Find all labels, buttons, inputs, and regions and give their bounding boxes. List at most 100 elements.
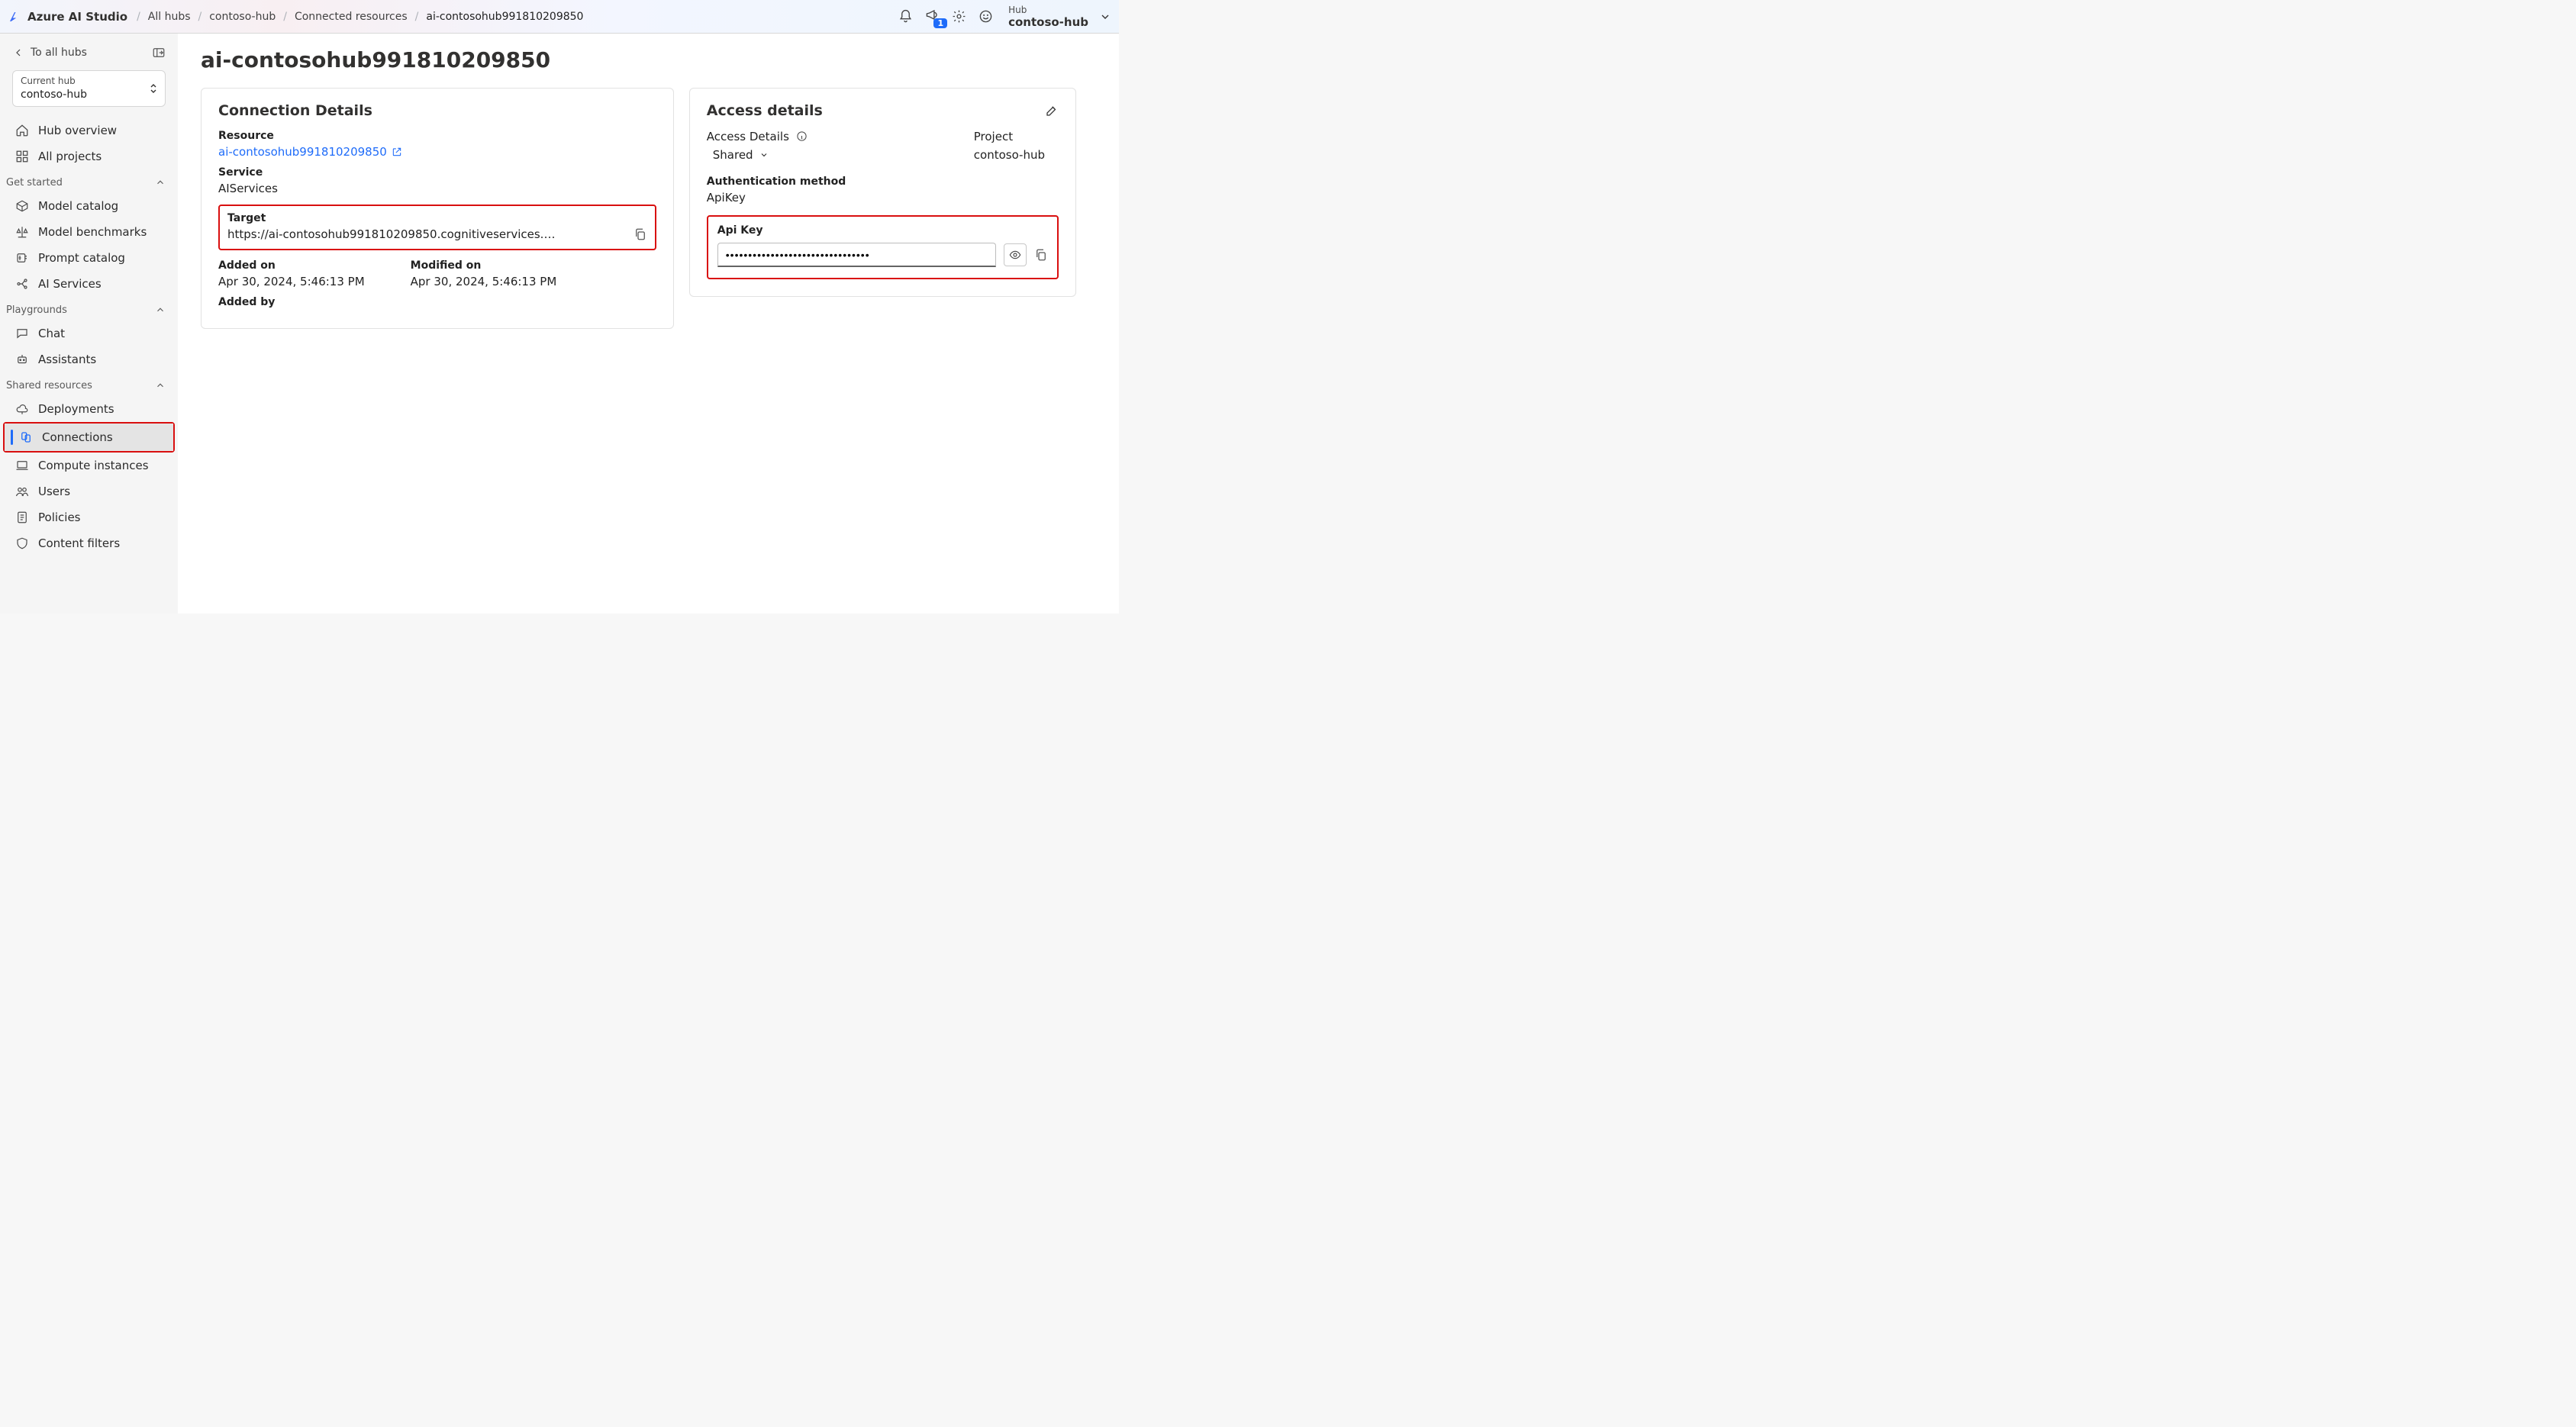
robot-icon [15,353,29,366]
sidebar-item-prompt-catalog[interactable]: Prompt catalog [0,245,178,271]
section-title: Playgrounds [6,304,67,316]
resource-link[interactable]: ai-contosohub991810209850 [218,145,402,159]
announcement-count: 1 [933,18,947,28]
sidebar-item-label: Chat [38,327,65,340]
chevron-up-icon [155,380,166,391]
sidebar-item-label: All projects [38,150,102,163]
chat-icon [15,327,29,340]
box-icon [15,199,29,213]
sidebar-section-shared-resources[interactable]: Shared resources [0,372,178,396]
announcement-icon[interactable]: 1 [925,8,940,25]
sidebar-item-label: AI Services [38,277,102,291]
flow-icon [15,277,29,291]
sidebar-item-hub-overview[interactable]: Hub overview [0,118,178,143]
sidebar-item-label: Deployments [38,402,114,416]
breadcrumb-item-current: ai-contosohub991810209850 [426,11,583,23]
label-resource: Resource [218,130,656,142]
external-link-icon [392,147,402,157]
sidebar-item-users[interactable]: Users [0,478,178,504]
label-service: Service [218,166,656,179]
card-heading: Access details [707,102,823,119]
azure-logo-icon [8,10,21,24]
scale-icon [15,225,29,239]
edit-icon[interactable] [1045,104,1059,118]
plug-icon [19,430,33,444]
sidebar-item-model-benchmarks[interactable]: Model benchmarks [0,219,178,245]
smile-icon[interactable] [978,9,993,24]
topbar: Azure AI Studio / All hubs / contoso-hub… [0,0,1119,34]
resource-link-text: ai-contosohub991810209850 [218,145,387,159]
reveal-button[interactable] [1004,243,1027,266]
copy-icon[interactable] [634,227,647,241]
breadcrumb-sep: / [198,11,202,23]
breadcrumb-item[interactable]: Connected resources [295,11,408,23]
chevron-down-icon [759,150,769,159]
sidebar-item-ai-services[interactable]: AI Services [0,271,178,297]
value-auth-method: ApiKey [707,191,1059,205]
sidebar-item-label: Content filters [38,536,120,550]
sidebar-section-playgrounds[interactable]: Playgrounds [0,297,178,321]
value-modified-on: Apr 30, 2024, 5:46:13 PM [411,275,557,288]
hub-selector[interactable]: Current hub contoso-hub [12,70,166,107]
sidebar-item-all-projects[interactable]: All projects [0,143,178,169]
section-title: Get started [6,177,63,188]
policy-icon [15,511,29,524]
back-to-hubs[interactable]: To all hubs [12,47,87,59]
sidebar-item-label: Connections [42,430,113,444]
label-auth-method: Authentication method [707,176,1059,188]
sidebar-item-label: Model catalog [38,199,118,213]
eye-icon [1009,249,1021,261]
api-key-field[interactable] [717,243,996,267]
hub-selector-label: Current hub [21,76,87,88]
breadcrumb-item[interactable]: All hubs [148,11,191,23]
info-icon[interactable] [796,130,808,142]
api-key-input[interactable] [726,249,988,261]
breadcrumb: / All hubs / contoso-hub / Connected res… [137,11,583,23]
value-service: AIServices [218,182,656,195]
cloud-icon [15,402,29,416]
bell-icon[interactable] [898,9,913,24]
laptop-icon [15,459,29,472]
panel-collapse-icon[interactable] [152,46,166,60]
chevron-down-icon[interactable] [1099,11,1111,23]
sidebar-item-label: Assistants [38,353,96,366]
value-added-on: Apr 30, 2024, 5:46:13 PM [218,275,365,288]
sidebar-item-deployments[interactable]: Deployments [0,396,178,422]
sidebar-section-get-started[interactable]: Get started [0,169,178,193]
shield-icon [15,536,29,550]
sidebar-item-chat[interactable]: Chat [0,321,178,346]
gear-icon[interactable] [952,9,966,24]
label-access-details: Access Details [707,130,890,143]
sidebar-item-content-filters[interactable]: Content filters [0,530,178,556]
sidebar: To all hubs Current hub contoso-hub Hub … [0,34,178,614]
copy-icon[interactable] [1034,248,1048,262]
sidebar-item-label: Model benchmarks [38,225,147,239]
breadcrumb-item[interactable]: contoso-hub [209,11,276,23]
access-value: Shared [713,148,753,162]
highlight-box-connections: Connections [3,422,175,453]
access-shared-select[interactable]: Shared [713,148,769,162]
label-project: Project [974,130,1045,143]
hub-selector-top[interactable]: Hub contoso-hub [1008,5,1088,29]
highlight-box-api-key: Api Key [707,215,1059,279]
label-api-key: Api Key [717,224,1048,237]
label-added-on: Added on [218,259,365,272]
home-icon [15,124,29,137]
sidebar-item-connections[interactable]: Connections [5,424,173,451]
label-added-by: Added by [218,296,656,308]
users-icon [15,485,29,498]
card-heading: Connection Details [218,102,656,119]
page-title: ai-contosohub991810209850 [201,47,1076,72]
sidebar-item-assistants[interactable]: Assistants [0,346,178,372]
spark-icon [15,251,29,265]
sidebar-item-label: Hub overview [38,124,117,137]
hub-name: contoso-hub [1008,15,1088,29]
sidebar-item-policies[interactable]: Policies [0,504,178,530]
sidebar-item-compute-instances[interactable]: Compute instances [0,453,178,478]
hub-label: Hub [1008,5,1027,15]
brand[interactable]: Azure AI Studio [8,10,127,24]
sidebar-item-model-catalog[interactable]: Model catalog [0,193,178,219]
grid-icon [15,150,29,163]
topbar-actions: 1 [898,8,993,25]
sidebar-item-label: Users [38,485,70,498]
